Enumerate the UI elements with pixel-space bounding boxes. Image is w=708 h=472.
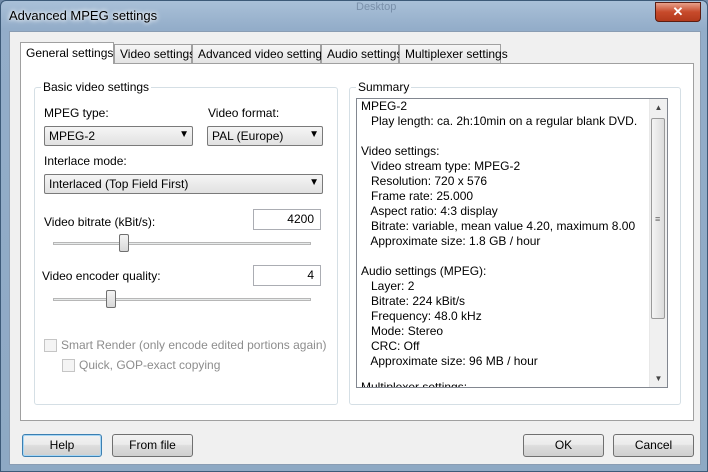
- scroll-up-arrow-icon[interactable]: ▲: [650, 99, 667, 116]
- chevron-down-icon: ▼: [309, 177, 319, 188]
- quick-gop-checkbox[interactable]: [62, 359, 75, 372]
- summary-text-box[interactable]: MPEG-2 Play length: ca. 2h:10min on a re…: [356, 98, 668, 388]
- from-file-button[interactable]: From file: [112, 434, 193, 457]
- close-button[interactable]: ✕: [655, 2, 701, 22]
- summary-group: Summary MPEG-2 Play length: ca. 2h:10min…: [349, 80, 681, 405]
- summary-line: Mode: Stereo: [361, 324, 444, 338]
- cancel-button[interactable]: Cancel: [613, 434, 694, 457]
- scroll-down-arrow-icon[interactable]: ▼: [650, 370, 667, 387]
- summary-line: Multiplexer settings:: [361, 380, 468, 388]
- summary-line: MPEG-2: [361, 99, 408, 113]
- tab-video-settings[interactable]: Video settings: [114, 44, 195, 63]
- summary-scrollbar[interactable]: ▲ ≡ ▼: [649, 99, 667, 387]
- tab-general-settings[interactable]: General settings: [20, 42, 114, 64]
- background-window-text: Desktop: [356, 1, 397, 13]
- summary-line: Approximate size: 96 MB / hour: [361, 354, 538, 368]
- video-encoder-quality-slider-track[interactable]: [53, 298, 311, 301]
- summary-line: Layer: 2: [361, 279, 415, 293]
- close-icon: ✕: [672, 4, 684, 19]
- summary-label: Summary: [356, 80, 412, 94]
- summary-line: CRC: Off: [361, 339, 420, 353]
- mpeg-type-select[interactable]: MPEG-2 ▼: [44, 126, 193, 146]
- dialog-window: Advanced MPEG settings Desktop ✕ General…: [0, 0, 708, 472]
- smart-render-checkbox[interactable]: [44, 339, 57, 352]
- summary-line: Play length: ca. 2h:10min on a regular b…: [361, 114, 638, 128]
- summary-line: Approximate size: 1.8 GB / hour: [361, 234, 541, 248]
- general-settings-panel: Basic video settings MPEG type: MPEG-2 ▼…: [20, 63, 694, 421]
- mpeg-type-label: MPEG type:: [44, 106, 109, 120]
- summary-line: Frame rate: 25.000: [361, 189, 474, 203]
- grip-icon: ≡: [655, 214, 661, 224]
- summary-line: Bitrate: 224 kBit/s: [361, 294, 466, 308]
- summary-line: Audio settings (MPEG):: [361, 264, 487, 278]
- ok-button[interactable]: OK: [523, 434, 604, 457]
- summary-line: Aspect ratio: 4:3 display: [361, 204, 498, 218]
- summary-line: Frequency: 48.0 kHz: [361, 309, 482, 323]
- video-encoder-quality-slider-thumb[interactable]: [106, 290, 116, 308]
- chevron-down-icon: ▼: [309, 129, 319, 140]
- video-format-label: Video format:: [208, 106, 280, 120]
- video-bitrate-input[interactable]: 4200: [253, 209, 321, 230]
- summary-line: Bitrate: variable, mean value 4.20, maxi…: [361, 219, 636, 233]
- video-format-value: PAL (Europe): [212, 129, 284, 143]
- mpeg-type-value: MPEG-2: [49, 129, 96, 143]
- quick-gop-label: Quick, GOP-exact copying: [79, 358, 221, 372]
- video-bitrate-slider-track[interactable]: [53, 242, 311, 245]
- window-title: Advanced MPEG settings: [9, 8, 158, 23]
- video-encoder-quality-label: Video encoder quality:: [42, 269, 161, 283]
- video-encoder-quality-input[interactable]: 4: [253, 265, 321, 286]
- video-bitrate-label: Video bitrate (kBit/s):: [44, 215, 156, 229]
- title-bar[interactable]: Advanced MPEG settings Desktop ✕: [1, 1, 707, 31]
- help-button[interactable]: Help: [22, 434, 102, 457]
- tab-advanced-video-settings[interactable]: Advanced video settings: [192, 44, 328, 63]
- video-format-select[interactable]: PAL (Europe) ▼: [207, 126, 323, 146]
- interlace-mode-value: Interlaced (Top Field First): [49, 177, 189, 191]
- tab-multiplexer-settings[interactable]: Multiplexer settings: [399, 44, 508, 63]
- basic-video-settings-group: Basic video settings MPEG type: MPEG-2 ▼…: [34, 80, 338, 405]
- summary-line: Video stream type: MPEG-2: [361, 159, 521, 173]
- tab-audio-settings[interactable]: Audio settings: [321, 44, 402, 63]
- scrollbar-thumb[interactable]: ≡: [651, 118, 665, 319]
- interlace-mode-select[interactable]: Interlaced (Top Field First) ▼: [44, 174, 323, 194]
- summary-line: Resolution: 720 x 576: [361, 174, 488, 188]
- chevron-down-icon: ▼: [179, 129, 189, 140]
- interlace-mode-label: Interlace mode:: [44, 154, 127, 168]
- video-bitrate-slider-thumb[interactable]: [119, 234, 129, 252]
- basic-video-settings-label: Basic video settings: [41, 80, 152, 94]
- summary-line: Video settings:: [361, 144, 440, 158]
- dialog-client: General settings Video settings Advanced…: [9, 31, 701, 465]
- smart-render-label: Smart Render (only encode edited portion…: [61, 338, 327, 352]
